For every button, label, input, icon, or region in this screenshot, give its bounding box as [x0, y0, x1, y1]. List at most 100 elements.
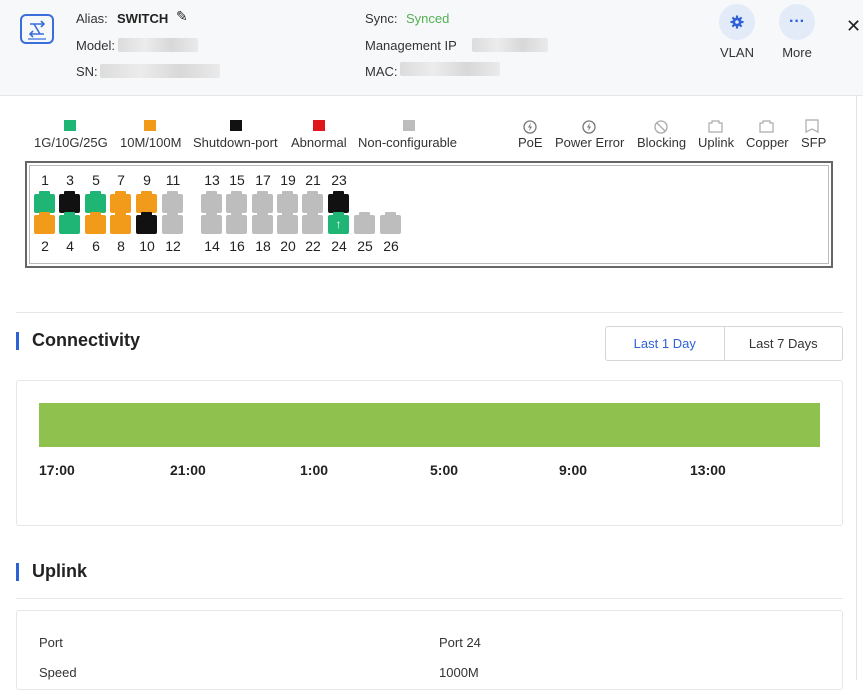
port-number-label: 25 [357, 238, 373, 254]
port-22[interactable] [302, 212, 323, 234]
port-number-label: 21 [305, 172, 321, 188]
port-21[interactable] [302, 191, 323, 213]
port-number-label: 20 [280, 238, 296, 254]
divider [16, 312, 843, 313]
port-24[interactable]: ↑ [328, 212, 349, 234]
port-23[interactable] [328, 191, 349, 213]
model-value-redacted [118, 38, 198, 52]
port-number-label: 26 [383, 238, 399, 254]
port-17[interactable] [252, 191, 273, 213]
port-20[interactable] [277, 212, 298, 234]
alias-label: Alias: [76, 11, 108, 26]
gear-icon [730, 15, 744, 29]
port-number-label: 9 [143, 172, 151, 188]
scrollbar[interactable] [856, 96, 863, 680]
port-3[interactable] [59, 191, 80, 213]
port-11[interactable] [162, 191, 183, 213]
port-number-label: 7 [117, 172, 125, 188]
uplink-title: Uplink [32, 561, 88, 581]
legend-label: Copper [746, 135, 789, 150]
port-14[interactable] [201, 212, 222, 234]
port-12[interactable] [162, 212, 183, 234]
legend-red-swatch [313, 120, 325, 131]
port-1[interactable] [34, 191, 55, 213]
port-number-label: 24 [331, 238, 347, 254]
uplink-speed-label: Speed [39, 665, 77, 680]
port-2[interactable] [34, 212, 55, 234]
port-number-label: 17 [255, 172, 271, 188]
port-number-label: 10 [139, 238, 155, 254]
port-19[interactable] [277, 191, 298, 213]
legend-label: Blocking [637, 135, 687, 150]
port-4[interactable] [59, 212, 80, 234]
section-accent-bar [16, 332, 19, 350]
port-number-label: 11 [165, 172, 181, 188]
vlan-button[interactable] [719, 4, 755, 40]
port-25[interactable] [354, 212, 375, 234]
timeline-tick: 9:00 [559, 462, 588, 478]
uplink-port-value: Port 24 [439, 635, 481, 650]
sync-status: Synced [406, 11, 450, 26]
sfp-port-icon [805, 119, 819, 133]
edit-alias-icon[interactable]: ✎ [176, 8, 188, 25]
sn-value-redacted [100, 64, 220, 78]
port-8[interactable] [110, 212, 131, 234]
port-number-label: 19 [280, 172, 296, 188]
port-number-label: 15 [229, 172, 245, 188]
uplink-port-icon [708, 120, 723, 133]
close-icon[interactable]: ✕ [846, 16, 861, 37]
port-6[interactable] [85, 212, 106, 234]
legend-label: Abnormal [291, 135, 347, 150]
blocking-icon [654, 120, 668, 134]
more-label[interactable]: More [767, 45, 827, 60]
timeline-tick: 21:00 [170, 462, 206, 478]
power-error-icon [582, 120, 596, 134]
port-number-label: 22 [305, 238, 321, 254]
tab-last-7-days[interactable]: Last 7 Days [725, 327, 843, 360]
port-5[interactable] [85, 191, 106, 213]
mac-value-redacted [400, 62, 500, 76]
port-number-label: 16 [229, 238, 245, 254]
legend-label: 10M/100M [120, 135, 182, 150]
time-range-tabs: Last 1 Day Last 7 Days [605, 326, 843, 361]
port-number-label: 12 [165, 238, 181, 254]
connectivity-timeline-bar [39, 403, 820, 447]
legend-black-swatch [230, 120, 242, 131]
divider [16, 598, 843, 599]
port-number-label: 4 [66, 238, 74, 254]
connectivity-title: Connectivity [32, 330, 141, 350]
connectivity-card [16, 380, 843, 526]
legend-label: SFP [801, 135, 827, 150]
port-9[interactable] [136, 191, 157, 213]
mac-label: MAC: [365, 64, 398, 79]
legend-label: Power Error [555, 135, 625, 150]
uplink-speed-value: 1000M [439, 665, 479, 680]
poe-icon [523, 120, 537, 134]
port-15[interactable] [226, 191, 247, 213]
more-button[interactable]: ··· [779, 4, 815, 40]
port-26[interactable] [380, 212, 401, 234]
management-ip-label: Management IP [365, 38, 457, 53]
legend-orange-swatch [144, 120, 156, 131]
port-16[interactable] [226, 212, 247, 234]
port-18[interactable] [252, 212, 273, 234]
timeline-tick: 5:00 [430, 462, 459, 478]
copper-port-icon [759, 120, 774, 133]
alias-value: SWITCH [117, 11, 169, 26]
port-number-label: 23 [331, 172, 347, 188]
timeline-tick: 13:00 [690, 462, 726, 478]
timeline-tick: 1:00 [300, 462, 329, 478]
port-number-label: 14 [204, 238, 220, 254]
model-label: Model: [76, 38, 116, 53]
port-13[interactable] [201, 191, 222, 213]
vlan-label[interactable]: VLAN [707, 45, 767, 60]
port-10[interactable] [136, 212, 157, 234]
management-ip-redacted [472, 38, 548, 52]
port-7[interactable] [110, 191, 131, 213]
switch-device-icon [20, 14, 54, 44]
tab-last-1-day[interactable]: Last 1 Day [606, 327, 725, 360]
legend-gray-swatch [403, 120, 415, 131]
sync-label: Sync: [365, 11, 398, 26]
port-number-label: 1 [41, 172, 49, 188]
legend-label: Non-configurable [358, 135, 458, 150]
